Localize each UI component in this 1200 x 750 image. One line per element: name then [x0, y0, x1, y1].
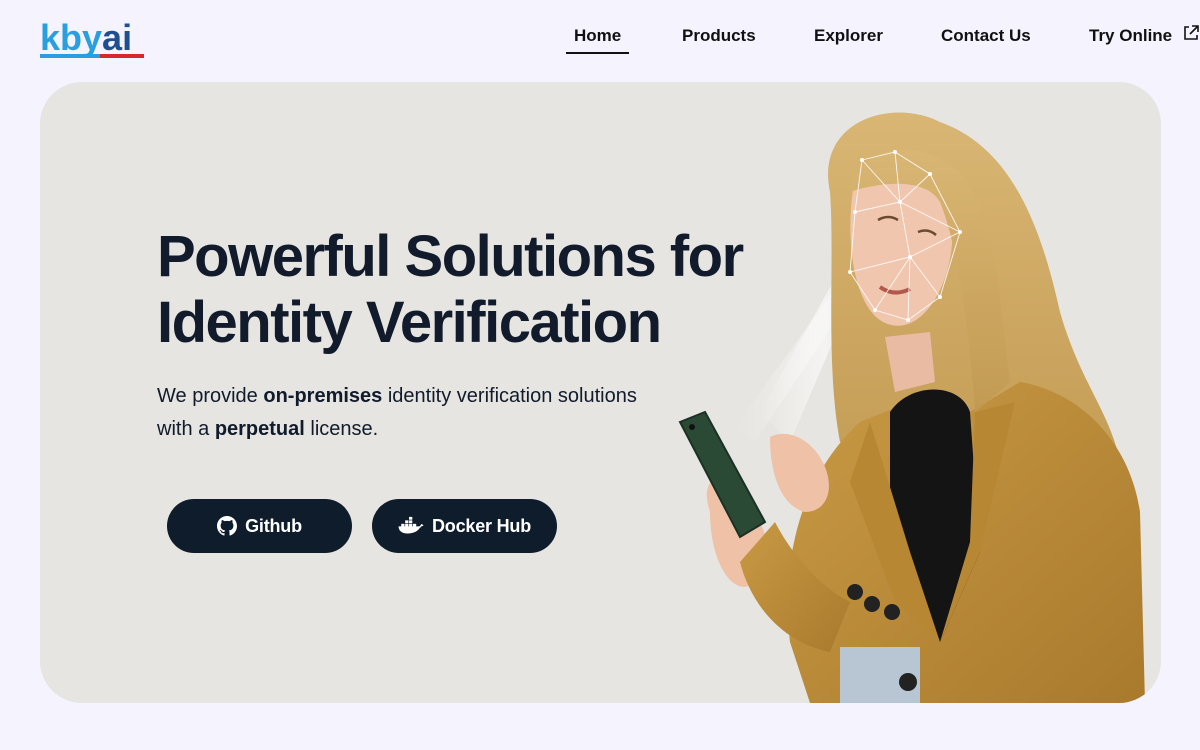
external-link-icon[interactable] — [1182, 24, 1200, 42]
nav-home[interactable]: Home — [565, 24, 630, 54]
nav-products[interactable]: Products — [682, 24, 756, 48]
docker-icon — [398, 516, 424, 534]
hero-section: Powerful Solutions for Identity Verifica… — [40, 82, 1161, 703]
subtext-bold-on-premises: on-premises — [263, 385, 383, 407]
github-icon — [217, 516, 238, 536]
docker-hub-button[interactable]: Docker Hub — [372, 499, 557, 553]
subtext-part: identity verification solutions — [382, 385, 637, 407]
hero-woman-image — [678, 112, 1145, 703]
docker-hub-button-label: Docker Hub — [431, 515, 532, 536]
github-button-label: Github — [245, 515, 302, 536]
page: kby ai Home Products Explorer Contact Us… — [0, 0, 1200, 750]
nav-try-online[interactable]: Try Online — [1089, 24, 1172, 48]
main-nav: Home Products Explorer Contact Us Try On… — [0, 24, 1200, 54]
hero-headline-line2: Identity Verification — [157, 290, 662, 355]
nav-explorer[interactable]: Explorer — [814, 24, 883, 48]
github-button[interactable]: Github — [167, 499, 352, 553]
nav-contact-us[interactable]: Contact Us — [941, 24, 1031, 48]
subtext-bold-perpetual: perpetual — [214, 418, 305, 440]
subtext-part: We provide — [157, 385, 264, 407]
hero-subtext: We provide on-premises identity verifica… — [157, 380, 677, 446]
subtext-part: with a — [157, 418, 215, 440]
subtext-part: license. — [304, 418, 379, 440]
logo-underline — [40, 54, 144, 58]
